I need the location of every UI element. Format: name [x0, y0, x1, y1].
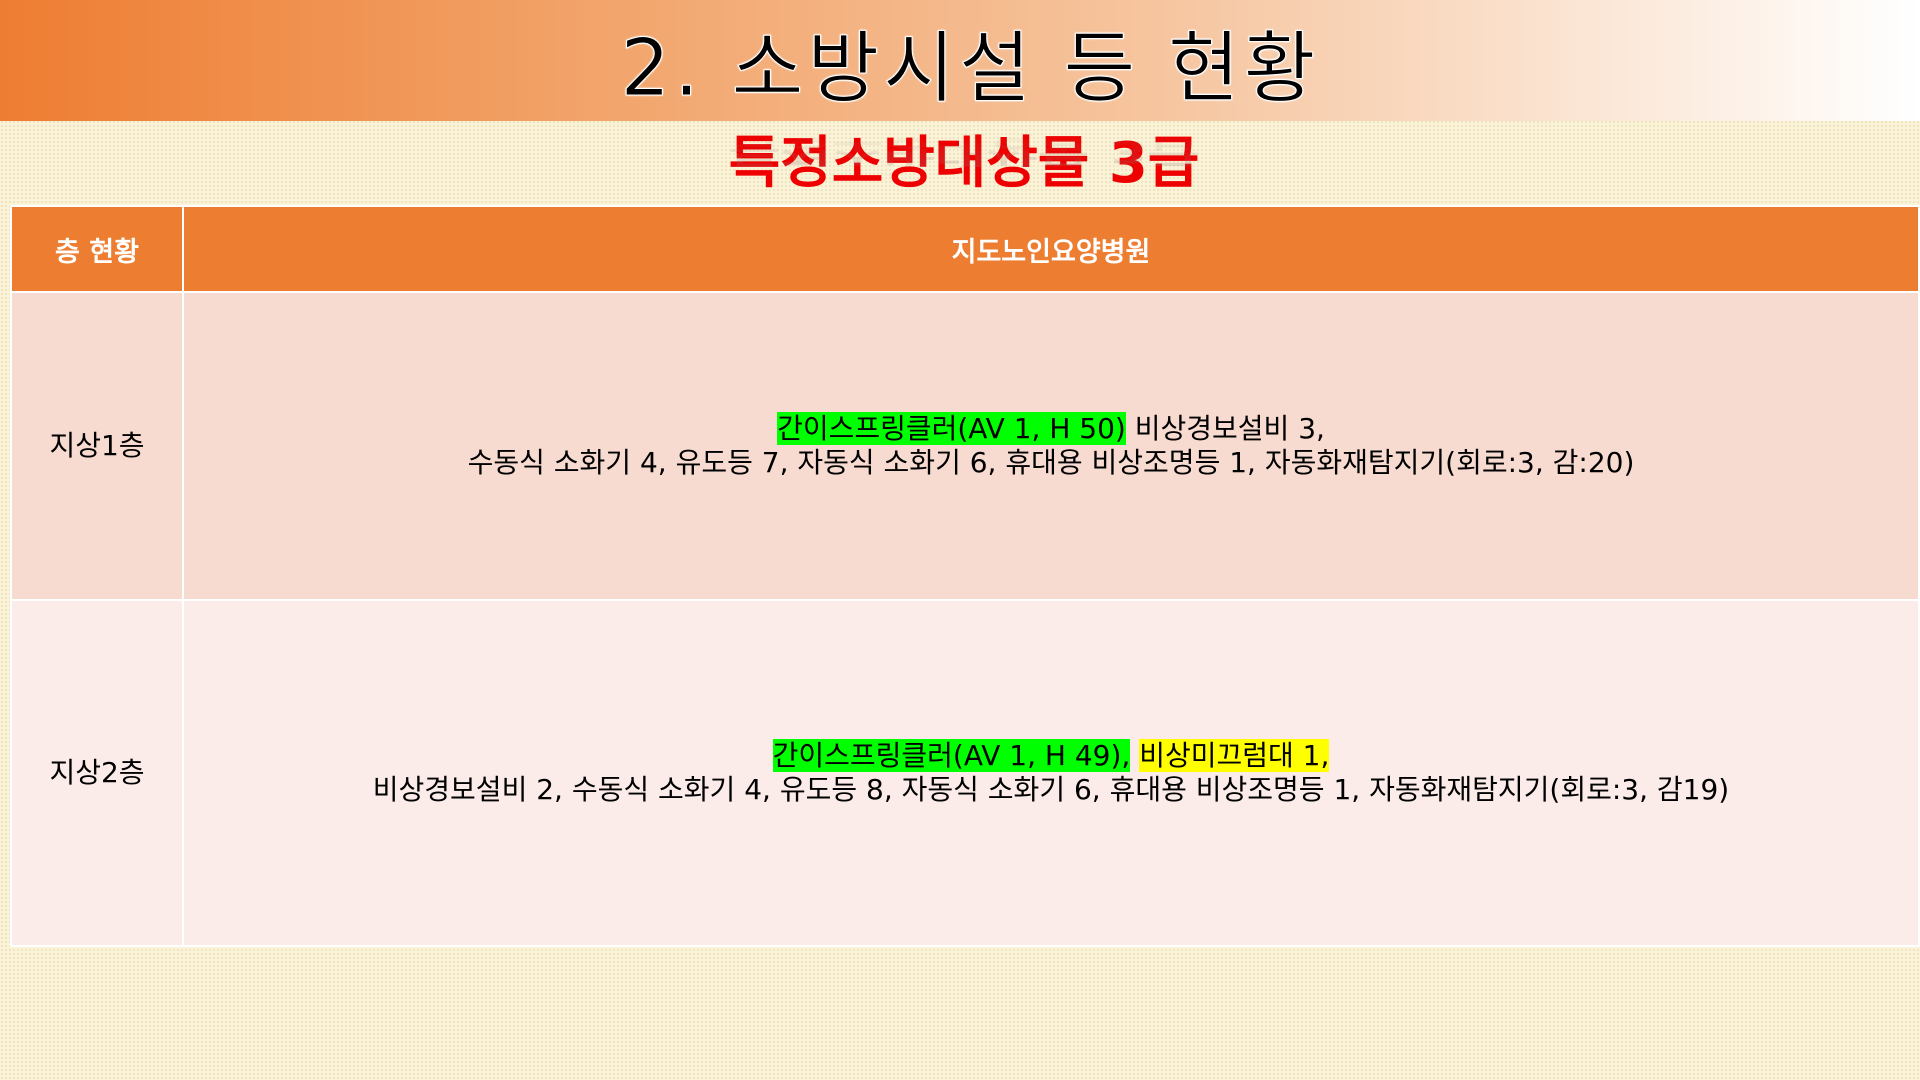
subtitle-area: 특정소방대상물 3급 특정소방대상물 3급	[0, 127, 1920, 201]
facility-cell: 간이스프링클러(AV 1, H 49), 비상미끄럼대 1, 비상경보설비 2,…	[182, 599, 1920, 947]
floor-cell: 지상1층	[10, 291, 184, 601]
header-building: 지도노인요양병원	[182, 205, 1920, 293]
subtitle-text: 특정소방대상물 3급	[728, 131, 1200, 196]
sprinkler-highlight: 간이스프링클러(AV 1, H 49),	[772, 739, 1131, 772]
table-row: 지상2층 간이스프링클러(AV 1, H 49), 비상미끄럼대 1, 비상경보…	[10, 599, 1920, 947]
slide-subtitle: 특정소방대상물 3급 특정소방대상물 3급	[729, 127, 1200, 201]
sprinkler-highlight: 간이스프링클러(AV 1, H 50)	[777, 412, 1126, 445]
facility-line-2: 수동식 소화기 4, 유도등 7, 자동식 소화기 6, 휴대용 비상조명등 1…	[467, 446, 1635, 479]
facility-table: 층 현황 지도노인요양병원 지상1층 간이스프링클러(AV 1, H 50) 비…	[10, 205, 1920, 947]
facility-line-1-rest: 비상경보설비 3,	[1125, 412, 1325, 445]
header-floor: 층 현황	[10, 205, 184, 293]
title-bar: 2. 소방시설 등 현황	[0, 0, 1920, 121]
escape-slide-highlight: 비상미끄럼대 1,	[1139, 739, 1330, 772]
table-header-row: 층 현황 지도노인요양병원	[10, 205, 1920, 293]
facility-line-1: 간이스프링클러(AV 1, H 50) 비상경보설비 3,	[184, 412, 1918, 446]
table-row: 지상1층 간이스프링클러(AV 1, H 50) 비상경보설비 3, 수동식 소…	[10, 291, 1920, 601]
facility-line-2: 비상경보설비 2, 수동식 소화기 4, 유도등 8, 자동식 소화기 6, 휴…	[372, 773, 1730, 806]
facility-cell: 간이스프링클러(AV 1, H 50) 비상경보설비 3, 수동식 소화기 4,…	[182, 291, 1920, 601]
slide-title: 2. 소방시설 등 현황	[620, 23, 1320, 114]
floor-cell: 지상2층	[10, 599, 184, 947]
facility-line-1: 간이스프링클러(AV 1, H 49), 비상미끄럼대 1,	[184, 739, 1918, 773]
